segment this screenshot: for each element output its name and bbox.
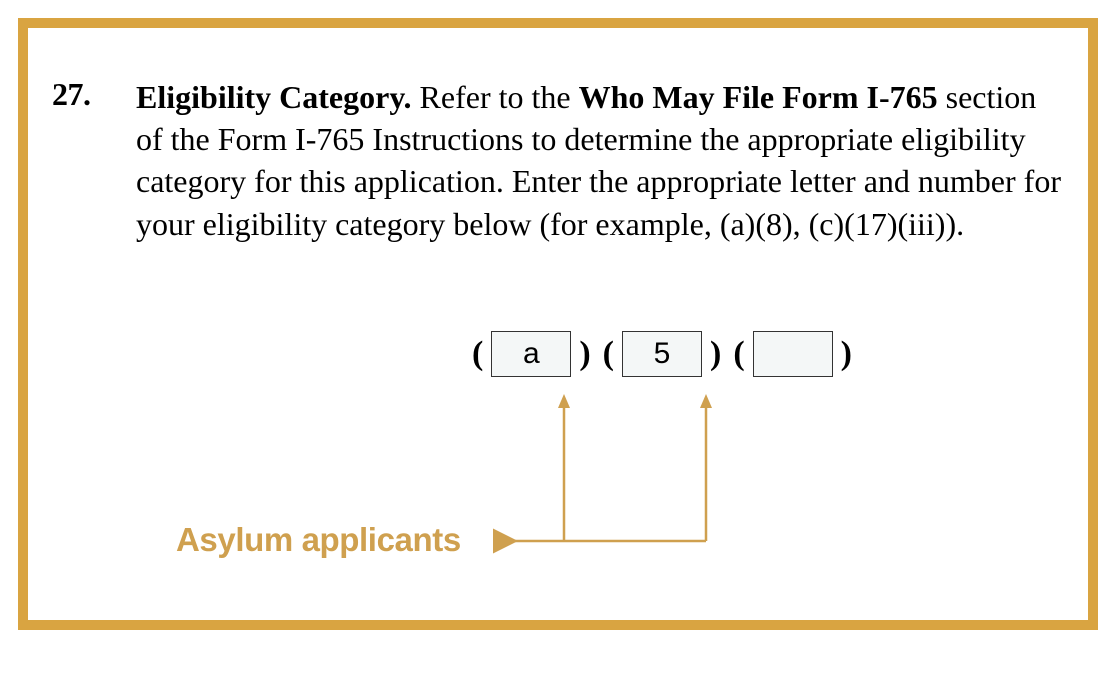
annotation-label: Asylum applicants [176, 521, 461, 559]
eligibility-heading: Eligibility Category. [136, 79, 412, 115]
paren-close-3: ) [835, 335, 858, 373]
item-text: Eligibility Category. Refer to the Who M… [136, 76, 1066, 245]
paren-open-2: ( [597, 335, 620, 373]
category-box-2[interactable]: 5 [622, 331, 702, 377]
category-box-3[interactable] [753, 331, 833, 377]
text-segment-1: Refer to the [412, 79, 579, 115]
paren-open-3: ( [727, 335, 750, 373]
paren-close-1: ) [573, 335, 596, 373]
paren-open-1: ( [466, 335, 489, 373]
item-number: 27. [46, 76, 136, 245]
form-item: 27. Eligibility Category. Refer to the W… [46, 76, 1066, 245]
category-row: ( a ) ( 5 ) ( ) [466, 331, 858, 377]
outer-frame: 27. Eligibility Category. Refer to the W… [18, 18, 1098, 630]
category-box-1[interactable]: a [491, 331, 571, 377]
paren-close-2: ) [704, 335, 727, 373]
who-may-file-bold: Who May File Form I-765 [579, 79, 938, 115]
